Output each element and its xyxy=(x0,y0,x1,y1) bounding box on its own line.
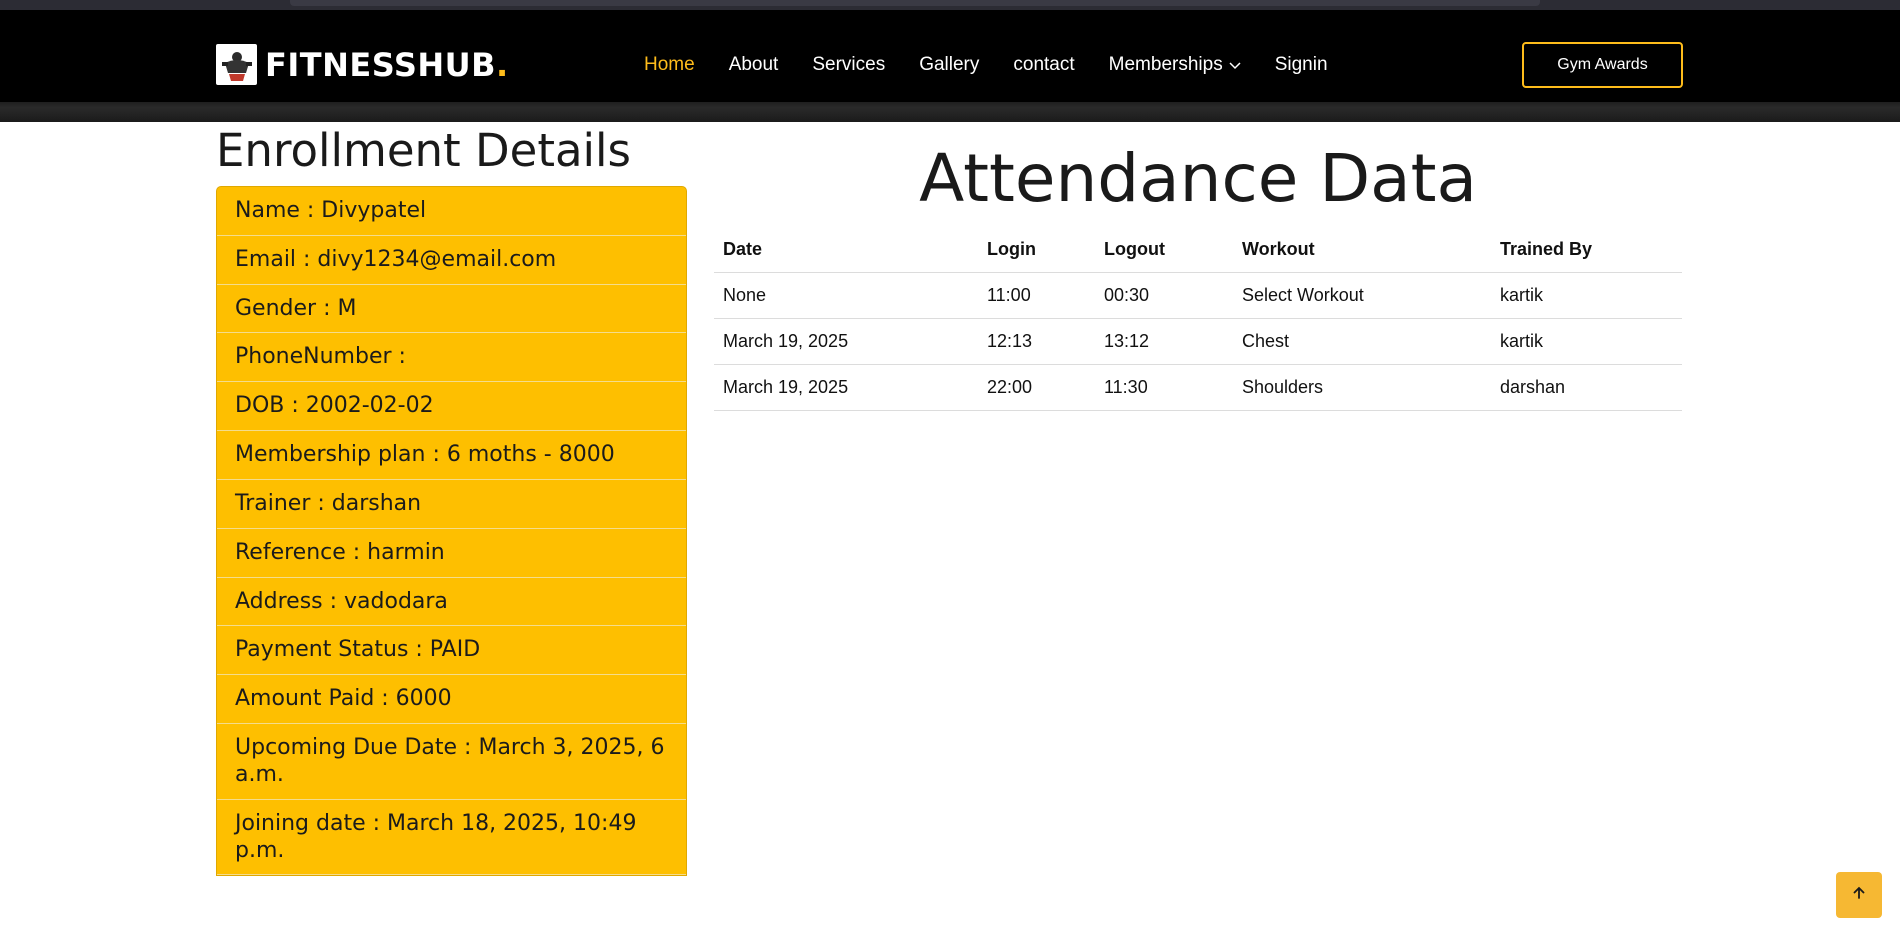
nav-services[interactable]: Services xyxy=(812,54,885,76)
attendance-table: Date Login Logout Workout Trained By Non… xyxy=(714,228,1682,411)
site-header: FITNESSHUB. Home About Services Gallery … xyxy=(0,0,1900,122)
enrollment-title: Enrollment Details xyxy=(216,124,631,177)
col-trained-by: Trained By xyxy=(1491,228,1682,273)
cell-logout: 11:30 xyxy=(1095,364,1233,411)
cell-date: March 19, 2025 xyxy=(714,318,978,365)
table-header-row: Date Login Logout Workout Trained By xyxy=(714,228,1682,273)
cell-logout: 00:30 xyxy=(1095,272,1233,319)
nav-gallery[interactable]: Gallery xyxy=(919,54,979,76)
cell-trainer: darshan xyxy=(1491,364,1682,411)
enroll-joining-date: Joining date : March 18, 2025, 10:49 p.m… xyxy=(217,800,686,876)
enroll-payment-status: Payment Status : PAID xyxy=(217,626,686,676)
main-menu: Home About Services Gallery contact Memb… xyxy=(644,54,1362,76)
gym-awards-button[interactable]: Gym Awards xyxy=(1522,42,1683,88)
scroll-to-top-button[interactable] xyxy=(1836,872,1882,918)
brand-name: FITNESSHUB xyxy=(265,45,497,84)
bodybuilder-logo-icon xyxy=(216,44,257,85)
cell-workout: Select Workout xyxy=(1233,272,1491,319)
nav-memberships[interactable]: Memberships xyxy=(1109,54,1241,76)
cell-login: 11:00 xyxy=(978,272,1095,319)
enroll-due-date: Upcoming Due Date : March 3, 2025, 6 a.m… xyxy=(217,724,686,800)
brand-dot: . xyxy=(496,45,509,84)
enroll-amount-paid: Amount Paid : 6000 xyxy=(217,675,686,725)
cell-workout: Chest xyxy=(1233,318,1491,365)
enroll-membership-plan: Membership plan : 6 moths - 8000 xyxy=(217,431,686,480)
brand[interactable]: FITNESSHUB. xyxy=(216,44,508,85)
cell-login: 22:00 xyxy=(978,364,1095,411)
nav-memberships-label: Memberships xyxy=(1108,54,1223,75)
nav-home[interactable]: Home xyxy=(644,54,695,76)
col-workout: Workout xyxy=(1233,228,1491,273)
cell-logout: 13:12 xyxy=(1095,318,1233,365)
enroll-trainer: Trainer : darshan xyxy=(217,480,686,529)
enroll-reference: Reference : harmin xyxy=(217,529,686,578)
cell-trainer: kartik xyxy=(1491,272,1682,319)
enrollment-card: Name : Divypatel Email : divy1234@email.… xyxy=(216,186,687,877)
cell-workout: Shoulders xyxy=(1233,364,1491,411)
attendance-title: Attendance Data xyxy=(919,140,1477,217)
chevron-down-icon xyxy=(1229,54,1241,76)
col-login: Login xyxy=(978,228,1095,273)
navbar: FITNESSHUB. Home About Services Gallery … xyxy=(0,10,1900,102)
enroll-dob: DOB : 2002-02-02 xyxy=(217,382,686,432)
cell-trainer: kartik xyxy=(1491,318,1682,365)
enroll-address: Address : vadodara xyxy=(217,578,686,627)
col-date: Date xyxy=(714,228,978,273)
enroll-name: Name : Divypatel xyxy=(217,187,686,236)
nav-signin[interactable]: Signin xyxy=(1275,54,1328,76)
table-row: March 19, 2025 22:00 11:30 Shoulders dar… xyxy=(714,364,1682,411)
col-logout: Logout xyxy=(1095,228,1233,273)
enroll-gender: Gender : M xyxy=(217,285,686,334)
cell-login: 12:13 xyxy=(978,318,1095,365)
cell-date: March 19, 2025 xyxy=(714,364,978,411)
cell-date: None xyxy=(714,272,978,319)
table-row: None 11:00 00:30 Select Workout kartik xyxy=(714,272,1682,319)
table-row: March 19, 2025 12:13 13:12 Chest kartik xyxy=(714,318,1682,365)
nav-about[interactable]: About xyxy=(729,54,779,76)
enroll-email: Email : divy1234@email.com xyxy=(217,236,686,285)
nav-contact[interactable]: contact xyxy=(1013,54,1074,76)
arrow-up-icon xyxy=(1851,885,1867,906)
enroll-phone: PhoneNumber : xyxy=(217,333,686,383)
